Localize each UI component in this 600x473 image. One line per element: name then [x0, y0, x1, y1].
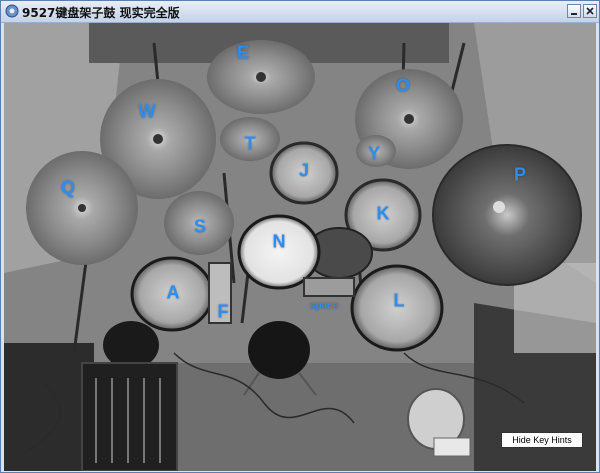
drum-kit-stage[interactable]: E W O Q T J Y P S K N A F L space Hide K… — [4, 23, 596, 471]
title-bar[interactable]: 9527键盘架子鼓 现实完全版 — [1, 1, 599, 23]
key-hint-f: F — [217, 301, 229, 322]
key-hint-o: O — [395, 75, 411, 96]
close-icon — [586, 7, 594, 15]
key-hint-p: P — [513, 164, 527, 185]
minimize-icon — [571, 13, 577, 15]
key-hint-t: T — [244, 133, 256, 154]
hide-key-hints-button[interactable]: Hide Key Hints — [501, 432, 583, 448]
key-hint-w: W — [138, 101, 156, 122]
key-hint-e: E — [236, 42, 250, 63]
key-hint-j: J — [298, 160, 310, 181]
app-icon — [5, 4, 19, 18]
key-hint-s: S — [193, 216, 207, 237]
key-hint-k: K — [376, 203, 390, 224]
key-hint-a: A — [166, 282, 180, 303]
key-hint-q: Q — [60, 177, 76, 198]
key-hint-n: N — [272, 231, 286, 252]
key-hint-space: space — [309, 300, 339, 312]
app-window: 9527键盘架子鼓 现实完全版 E W O Q T J Y P S K N A … — [0, 0, 600, 473]
drum-kit-photo — [4, 23, 596, 471]
minimize-button[interactable] — [567, 4, 581, 18]
close-button[interactable] — [583, 4, 597, 18]
window-title: 9527键盘架子鼓 现实完全版 — [22, 6, 180, 20]
key-hint-l: L — [393, 290, 405, 311]
key-hint-y: Y — [367, 143, 381, 164]
